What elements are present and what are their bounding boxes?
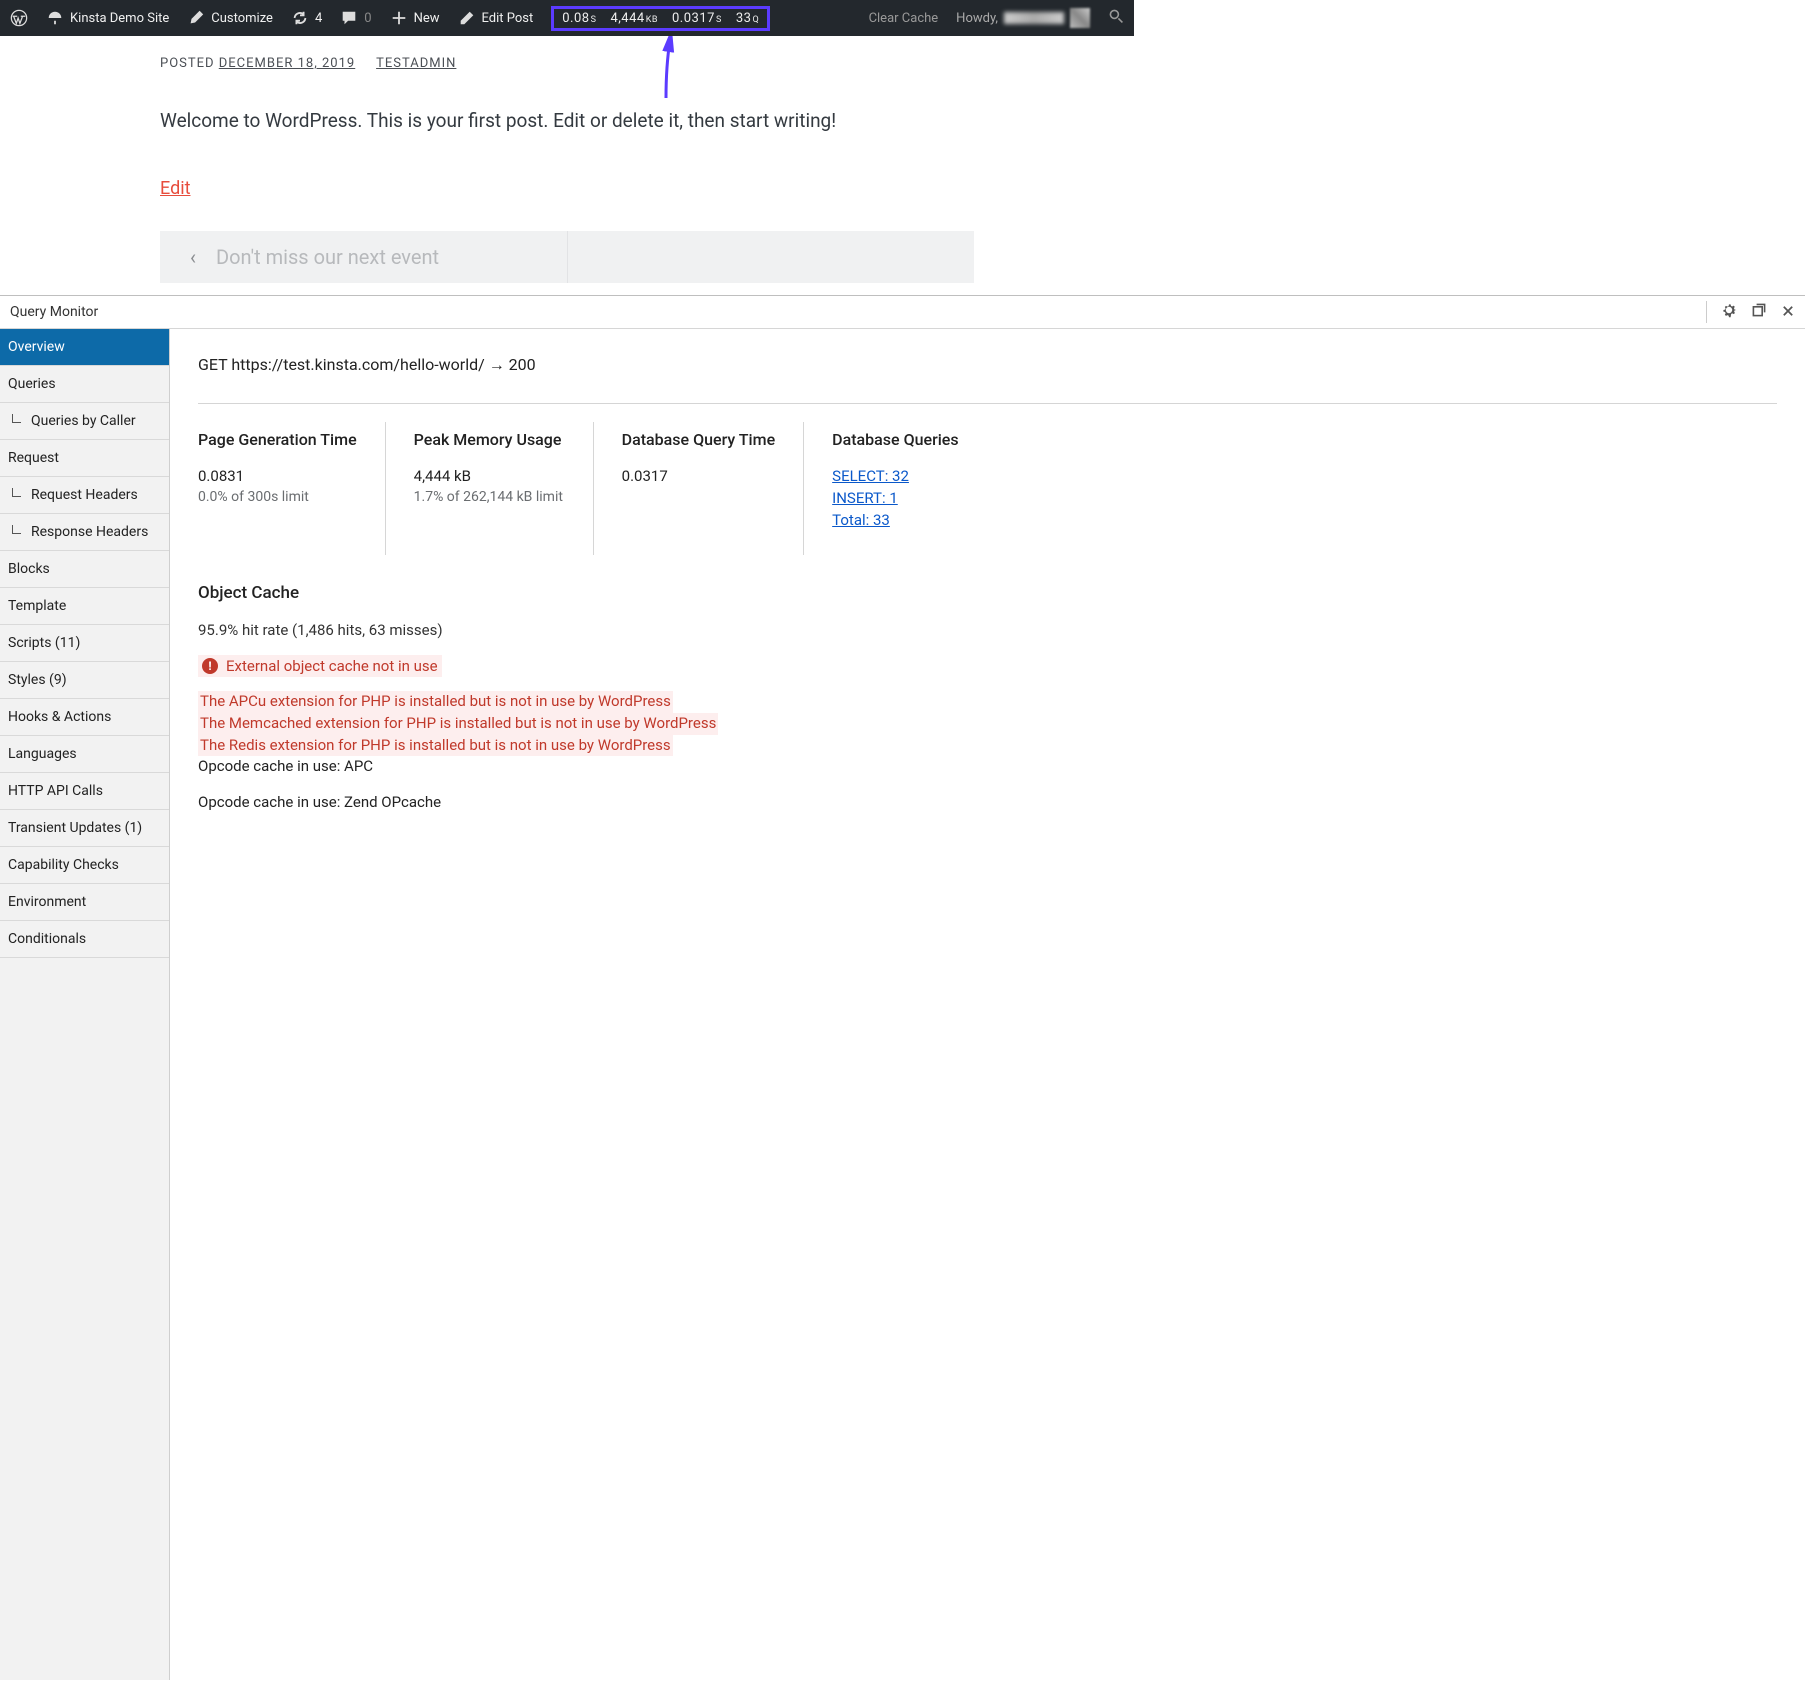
plus-icon [390, 9, 408, 27]
comments-link[interactable]: 0 [340, 9, 371, 27]
site-name: Kinsta Demo Site [70, 11, 169, 26]
qm-main: GET https://test.kinsta.com/hello-world/… [170, 329, 1805, 1680]
stat-value: 0.0317 [622, 467, 776, 485]
qm-body: Overview Queries Queries by Caller Reque… [0, 329, 1805, 1680]
brush-icon [187, 9, 205, 27]
chevron-left-icon: ‹ [190, 245, 196, 269]
stat-sub: 1.7% of 262,144 kB limit [414, 489, 565, 505]
stat-sub: 0.0% of 300s limit [198, 489, 357, 505]
sidebar-item-styles[interactable]: Styles (9) [0, 662, 169, 699]
new-link[interactable]: New [390, 9, 440, 27]
post-meta: POSTED DECEMBER 18, 2019 TESTADMIN [160, 56, 974, 71]
post-date-link[interactable]: DECEMBER 18, 2019 [219, 56, 355, 71]
qm-memory: 4,444KB [610, 11, 658, 26]
post-body: Welcome to WordPress. This is your first… [160, 107, 974, 136]
sidebar-item-transient[interactable]: Transient Updates (1) [0, 810, 169, 847]
site-link[interactable]: Kinsta Demo Site [46, 9, 169, 27]
sidebar-item-scripts[interactable]: Scripts (11) [0, 625, 169, 662]
popout-icon[interactable] [1751, 302, 1767, 322]
wordpress-icon [10, 9, 28, 27]
next-teaser: Don't miss our next event [216, 245, 439, 269]
user-name-blur [1004, 12, 1064, 24]
clear-cache-link[interactable]: Clear Cache [869, 11, 939, 26]
cache-note-apcu: The APCu extension for PHP is installed … [198, 691, 673, 713]
dashboard-icon [46, 9, 64, 27]
stat-dbqueries: Database Queries SELECT: 32 INSERT: 1 To… [832, 422, 1012, 555]
request-line: GET https://test.kinsta.com/hello-world/… [198, 355, 1777, 375]
sidebar-item-environment[interactable]: Environment [0, 884, 169, 921]
stat-label: Database Queries [832, 430, 984, 449]
sidebar-item-request[interactable]: Request [0, 440, 169, 477]
post-area: POSTED DECEMBER 18, 2019 TESTADMIN Welco… [0, 36, 1134, 283]
edit-post-label: Edit Post [482, 11, 534, 26]
refresh-icon [291, 9, 309, 27]
sidebar-item-conditionals[interactable]: Conditionals [0, 921, 169, 958]
search-icon[interactable] [1108, 8, 1124, 28]
sidebar-item-languages[interactable]: Languages [0, 736, 169, 773]
dbq-total-link[interactable]: Total: 33 [832, 511, 984, 529]
avatar [1070, 8, 1090, 28]
separator [1706, 301, 1707, 323]
qm-summary-box[interactable]: 0.08S 4,444KB 0.0317S 33Q [551, 6, 770, 31]
sidebar-item-capability[interactable]: Capability Checks [0, 847, 169, 884]
next-event-box: ‹ Don't miss our next event [160, 231, 974, 283]
meta-prefix: POSTED [160, 56, 219, 71]
qm-title: Query Monitor [10, 304, 98, 320]
stat-label: Database Query Time [622, 430, 776, 449]
stat-dbtime: Database Query Time 0.0317 [622, 422, 805, 555]
opcode-apc: Opcode cache in use: APC [198, 756, 1777, 778]
edit-link[interactable]: Edit [160, 178, 190, 199]
stat-value: 0.0831 [198, 467, 357, 485]
sidebar-item-template[interactable]: Template [0, 588, 169, 625]
opcode-zend: Opcode cache in use: Zend OPcache [198, 792, 1777, 814]
qm-dbtime: 0.0317S [672, 11, 722, 26]
sidebar-item-hooks[interactable]: Hooks & Actions [0, 699, 169, 736]
gear-icon[interactable] [1721, 302, 1737, 322]
stat-label: Page Generation Time [198, 430, 357, 449]
updates-link[interactable]: 4 [291, 9, 322, 27]
wp-logo[interactable] [10, 9, 28, 27]
comment-icon [340, 9, 358, 27]
cache-note-memcached: The Memcached extension for PHP is insta… [198, 713, 718, 735]
qm-time: 0.08S [562, 11, 596, 26]
wp-admin-bar: Kinsta Demo Site Customize 4 0 New Edit … [0, 0, 1134, 36]
stat-label: Peak Memory Usage [414, 430, 565, 449]
howdy[interactable]: Howdy, [956, 8, 1090, 28]
cache-hitrate: 95.9% hit rate (1,486 hits, 63 misses) [198, 621, 1777, 639]
object-cache-heading: Object Cache [198, 583, 1777, 603]
customize-link[interactable]: Customize [187, 9, 273, 27]
post-author-link[interactable]: TESTADMIN [376, 56, 456, 71]
updates-count: 4 [315, 11, 322, 26]
overview-stats: Page Generation Time 0.0831 0.0% of 300s… [198, 422, 1777, 555]
edit-post-link[interactable]: Edit Post [458, 9, 534, 27]
stat-page-gen: Page Generation Time 0.0831 0.0% of 300s… [198, 422, 386, 555]
warning-icon: ! [202, 658, 218, 674]
qm-sidebar: Overview Queries Queries by Caller Reque… [0, 329, 170, 1680]
sidebar-item-http[interactable]: HTTP API Calls [0, 773, 169, 810]
warning-text: External object cache not in use [226, 657, 438, 675]
customize-label: Customize [211, 11, 273, 26]
close-icon[interactable] [1781, 303, 1795, 322]
pencil-icon [458, 9, 476, 27]
divider [198, 403, 1777, 404]
cache-warning: ! External object cache not in use [198, 655, 442, 677]
sidebar-item-queries-by-caller[interactable]: Queries by Caller [0, 403, 169, 440]
dbq-select-link[interactable]: SELECT: 32 [832, 467, 984, 485]
comments-count: 0 [364, 11, 371, 26]
sidebar-item-queries[interactable]: Queries [0, 366, 169, 403]
sidebar-item-request-headers[interactable]: Request Headers [0, 477, 169, 514]
divider [567, 231, 568, 283]
new-label: New [414, 11, 440, 26]
sidebar-item-response-headers[interactable]: Response Headers [0, 514, 169, 551]
cache-note-redis: The Redis extension for PHP is installed… [198, 735, 673, 757]
dbq-insert-link[interactable]: INSERT: 1 [832, 489, 984, 507]
qm-titlebar: Query Monitor [0, 295, 1805, 329]
stat-memory: Peak Memory Usage 4,444 kB 1.7% of 262,1… [414, 422, 594, 555]
howdy-label: Howdy, [956, 11, 998, 26]
sidebar-item-blocks[interactable]: Blocks [0, 551, 169, 588]
sidebar-item-overview[interactable]: Overview [0, 329, 169, 366]
next-prev[interactable]: ‹ Don't miss our next event [160, 245, 567, 269]
qm-queries: 33Q [736, 11, 759, 26]
stat-value: 4,444 kB [414, 467, 565, 485]
